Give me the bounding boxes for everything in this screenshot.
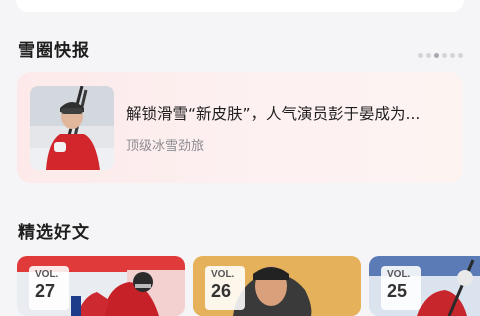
carousel-dot — [450, 53, 455, 58]
vol-number: 25 — [387, 281, 408, 301]
carousel-dot — [458, 53, 463, 58]
featured-section-title: 精选好文 — [18, 223, 90, 243]
news-section-title: 雪圈快报 — [18, 41, 90, 61]
vol-number: 26 — [211, 281, 232, 301]
carousel-dot — [442, 53, 447, 58]
carousel-dot — [426, 53, 431, 58]
vol-label: VOL. — [387, 269, 411, 280]
vol-badge: VOL. 27 — [29, 266, 69, 310]
carousel-dot — [418, 53, 423, 58]
news-title: 解锁滑雪“新皮肤”，人气演员彭于晏成为... — [126, 105, 421, 123]
previous-card — [16, 0, 464, 12]
vol-badge: VOL. 25 — [381, 266, 421, 310]
carousel-indicator — [418, 53, 463, 59]
article-card[interactable]: VOL. 27 — [17, 256, 185, 316]
vol-number: 27 — [35, 281, 56, 301]
carousel-dot-active — [434, 53, 439, 58]
vol-badge: VOL. 26 — [205, 266, 245, 310]
vol-label: VOL. — [211, 269, 235, 280]
news-thumbnail — [30, 86, 114, 170]
news-card[interactable]: 解锁滑雪“新皮肤”，人气演员彭于晏成为... 顶级冰雪劲旅 — [17, 72, 463, 183]
article-card[interactable]: VOL. 25 — [369, 256, 480, 316]
vol-label: VOL. — [35, 269, 59, 280]
article-card[interactable]: VOL. 26 — [193, 256, 361, 316]
news-subtitle: 顶级冰雪劲旅 — [126, 139, 205, 154]
